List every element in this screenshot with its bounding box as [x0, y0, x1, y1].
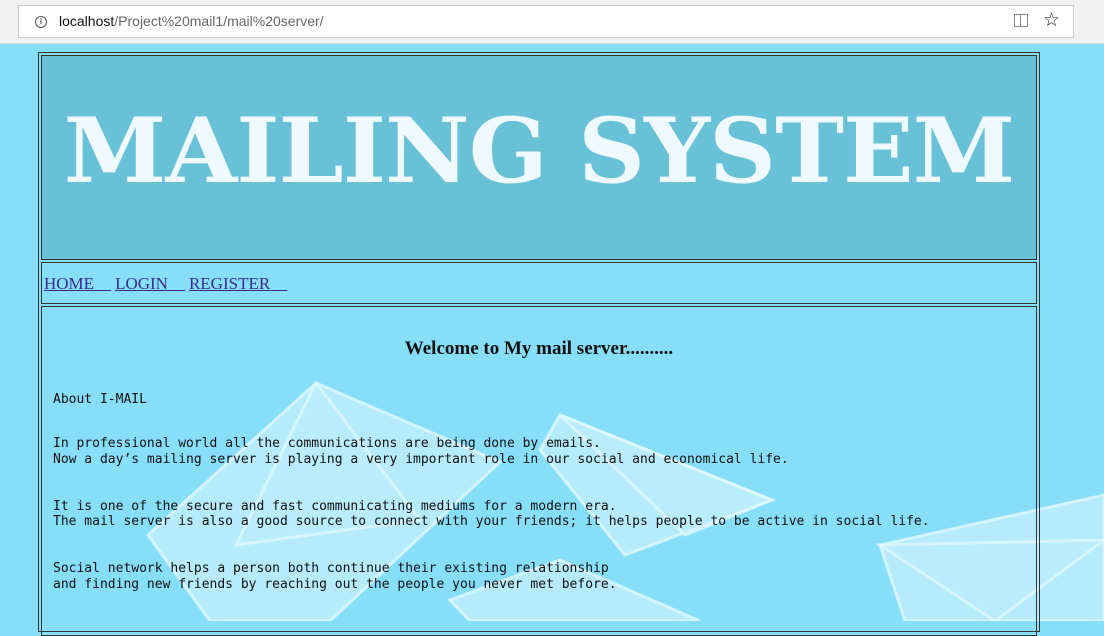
paragraph-3-line-1: Social network helps a person both conti…	[53, 561, 609, 576]
browser-toolbar: i localhost/Project%20mail1/mail%20serve…	[0, 0, 1104, 44]
nav-login-label: LOGIN	[115, 274, 168, 293]
navigation-bar: HOME LOGIN REGISTER	[41, 262, 1037, 304]
about-heading: About I-MAIL	[53, 392, 147, 407]
page-layout-table: MAILING SYSTEM HOME LOGIN REGISTER Welco…	[38, 52, 1040, 636]
site-title: MAILING SYSTEM	[63, 98, 1016, 204]
url-text[interactable]: localhost/Project%20mail1/mail%20server/	[59, 13, 324, 29]
nav-links: HOME LOGIN REGISTER	[44, 274, 291, 294]
url-host: localhost	[59, 13, 115, 29]
header-banner: MAILING SYSTEM	[41, 55, 1037, 260]
paragraph-2-line-1: It is one of the secure and fast communi…	[53, 499, 617, 514]
url-path: /Project%20mail1/mail%20server/	[114, 13, 324, 29]
main-content: Welcome to My mail server.......... Abou…	[41, 306, 1037, 636]
info-icon[interactable]: i	[35, 16, 47, 28]
nav-register-link[interactable]: REGISTER	[189, 274, 287, 293]
welcome-heading: Welcome to My mail server..........	[404, 338, 674, 359]
nav-home-label: HOME	[44, 274, 95, 293]
nav-home-link[interactable]: HOME	[44, 274, 111, 293]
paragraph-2-line-2: The mail server is also a good source to…	[53, 514, 930, 529]
paragraph-3-line-2: and finding new friends by reaching out …	[53, 577, 617, 592]
favorite-star-icon[interactable]: ☆	[1043, 9, 1060, 31]
nav-register-label: REGISTER	[188, 274, 271, 293]
nav-login-link[interactable]: LOGIN	[115, 274, 185, 293]
address-bar[interactable]: i localhost/Project%20mail1/mail%20serve…	[18, 5, 1074, 38]
paragraph-1-line-1: In professional world all the communicat…	[53, 436, 601, 451]
paragraph-1-line-2: Now a day’s mailing server is playing a …	[53, 452, 789, 467]
reading-view-icon[interactable]	[1014, 14, 1028, 27]
